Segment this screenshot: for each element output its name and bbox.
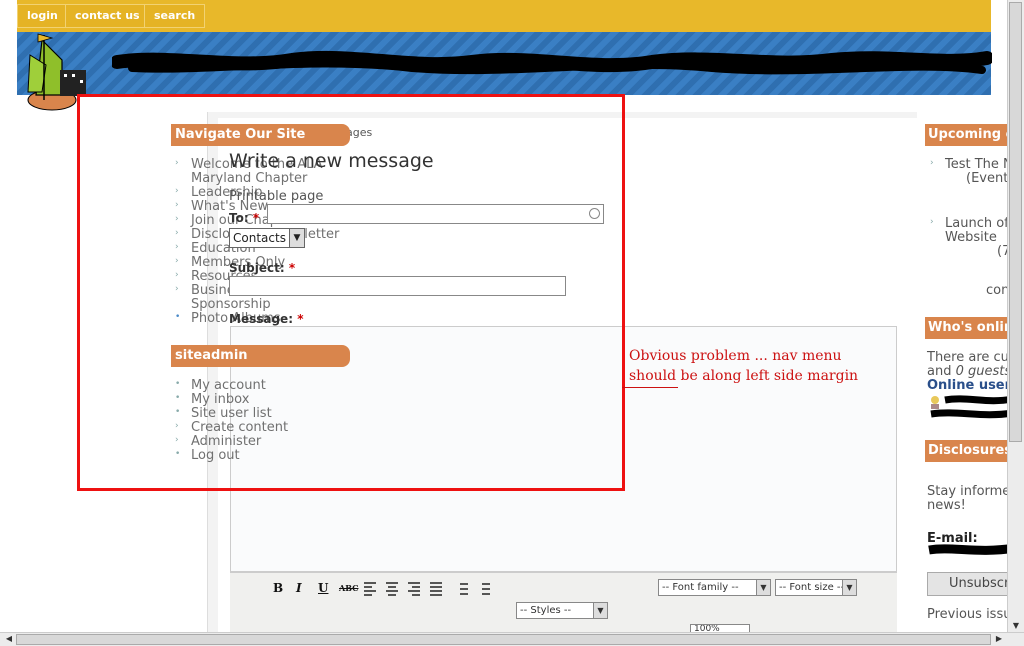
search-link[interactable]: search <box>144 4 206 28</box>
contact-us-link[interactable]: contact us <box>65 4 150 28</box>
chevron-down-icon: ▼ <box>842 580 856 595</box>
bold-button[interactable]: B <box>273 581 283 595</box>
event-item-1-date: (Event <box>966 171 1009 186</box>
underline-button[interactable]: U <box>318 581 328 595</box>
strikethrough-button[interactable]: ABC <box>339 583 358 593</box>
styles-select[interactable]: -- Styles -- ▼ <box>516 602 608 619</box>
bullet-icon: › <box>930 217 934 227</box>
scroll-right-icon[interactable]: ▶ <box>992 633 1006 645</box>
redacted-users <box>930 395 1013 419</box>
event-item-1[interactable]: Test The N <box>945 157 1013 172</box>
annotation-note: Obvious problem ... nav menu should be a… <box>629 348 859 384</box>
annotation-line <box>622 387 678 388</box>
disclosures-text-2: news! <box>927 498 966 513</box>
event-item-2b[interactable]: Website <box>945 230 997 245</box>
online-users-label: Online users <box>927 378 1019 393</box>
redacted-site-title <box>112 50 992 75</box>
header-banner <box>17 32 992 95</box>
login-link[interactable]: login <box>17 4 68 28</box>
bullet-icon: › <box>930 158 934 168</box>
disclosures-text: Stay informe <box>927 484 1011 499</box>
font-size-select[interactable]: -- Font size -- ▼ <box>775 579 857 596</box>
whos-online-guests: and 0 guests <box>927 364 1012 379</box>
page: login contact us search ages Navigate Ou… <box>0 0 1024 646</box>
redacted-email[interactable] <box>927 540 1017 562</box>
scroll-left-icon[interactable]: ◀ <box>2 633 16 645</box>
alignment-list-icons <box>364 582 490 596</box>
vertical-scroll-thumb[interactable] <box>1009 2 1022 442</box>
more-events-link[interactable]: con <box>986 283 1009 298</box>
italic-button[interactable]: I <box>296 581 302 595</box>
annotation-highlight-box <box>77 94 625 491</box>
event-item-2[interactable]: Launch of <box>945 216 1009 231</box>
chevron-down-icon: ▼ <box>756 580 770 595</box>
font-family-select[interactable]: -- Font family -- ▼ <box>658 579 771 596</box>
scroll-down-icon[interactable]: ▼ <box>1009 620 1023 632</box>
chevron-down-icon: ▼ <box>593 603 607 618</box>
previous-issues-link[interactable]: Previous issu <box>927 607 1011 622</box>
horizontal-scroll-thumb[interactable] <box>16 634 991 645</box>
whos-online-text: There are cu <box>927 350 1009 365</box>
